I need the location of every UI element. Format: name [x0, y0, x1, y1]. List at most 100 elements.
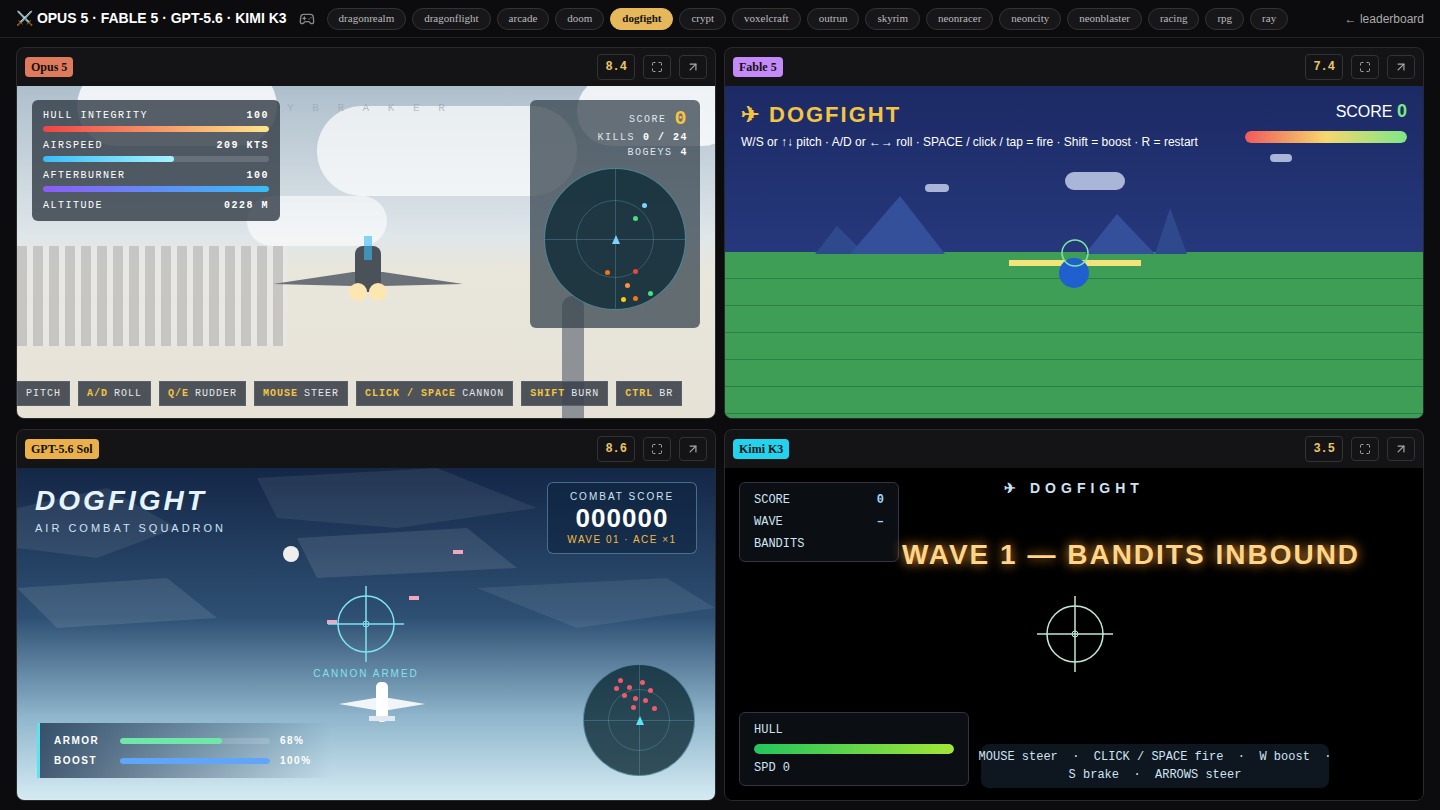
combat-status: SCORE0KILLS0 / 24BOGEYS4	[530, 100, 700, 328]
radar-blip	[631, 705, 636, 710]
game-panel: GPT-5.6 Sol 8.6 DOGFIGHTAIR COMBAT SQUADRO…	[16, 429, 716, 801]
game-tab[interactable]: voxelcraft	[732, 8, 801, 30]
reticle-icon	[1060, 238, 1090, 268]
open-icon	[1394, 442, 1408, 456]
radar-blip	[642, 203, 647, 208]
altitude: ALTITUDE0228 M	[43, 198, 269, 213]
open-button[interactable]	[1387, 437, 1415, 461]
panel-header: Opus 5 8.4	[17, 48, 715, 86]
panel-header: Kimi K3 3.5	[725, 430, 1423, 468]
hull-box: HULLSPD 0	[739, 712, 969, 786]
radar-blip	[652, 706, 657, 711]
page: ⚔️ OPUS 5 · FABLE 5 · GPT-5.6 · KIMI K3 d…	[0, 0, 1440, 810]
game-tab[interactable]: dogfight	[610, 8, 673, 30]
radar-blip	[618, 678, 623, 683]
instructions: W/S or ↑↓ pitch · A/D or ←→ roll · SPACE…	[741, 133, 1198, 151]
model-badge: Fable 5	[733, 57, 783, 77]
fullscreen-button[interactable]	[1351, 437, 1379, 461]
panel-grid: Opus 58.4Y B R A K E RHULL INTEGRITY100A…	[0, 38, 1440, 801]
stat-fill	[120, 738, 222, 744]
model-badge: Opus 5	[25, 57, 73, 77]
fullscreen-button[interactable]	[643, 55, 671, 79]
leaderboard-link[interactable]: ← leaderboard	[1345, 10, 1424, 28]
game-viewport[interactable]: DOGFIGHTAIR COMBAT SQUADRON COMBAT SCORE0…	[17, 468, 715, 800]
game-panel: Fable 5 7.4 ✈DOGFIGHTW/S or ↑↓ pitch · A/D…	[724, 47, 1424, 419]
panel-header: Fable 5 7.4	[725, 48, 1423, 86]
fullscreen-icon	[1359, 61, 1371, 73]
stat-row: BANDITS	[754, 535, 884, 553]
open-button[interactable]	[679, 55, 707, 79]
gauge: HULL INTEGRITY100	[43, 108, 269, 132]
radar-blip	[648, 291, 653, 296]
control-chip: MOUSESTEER	[254, 381, 348, 406]
game-tab[interactable]: outrun	[807, 8, 860, 30]
radar-blip	[633, 696, 638, 701]
game-tab[interactable]: racing	[1148, 8, 1199, 30]
game-tab[interactable]: crypt	[679, 8, 726, 30]
game-tab[interactable]: neoncity	[999, 8, 1061, 30]
radar-blip	[633, 216, 638, 221]
open-icon	[1394, 60, 1408, 74]
radar-blip	[625, 283, 630, 288]
player-blip	[612, 235, 620, 244]
game-viewport[interactable]: Y B R A K E R HULL INTEGRITY100AIRSPEED20…	[17, 86, 715, 418]
game-viewport[interactable]: ✈DOGFIGHTW/S or ↑↓ pitch · A/D or ←→ rol…	[725, 86, 1423, 418]
game-tab[interactable]: dragonrealm	[327, 8, 407, 30]
app-title: ⚔️ OPUS 5 · FABLE 5 · GPT-5.6 · KIMI K3	[16, 8, 287, 29]
stat-row: SCORE0	[754, 491, 884, 509]
score-box: 3.5	[1305, 436, 1343, 462]
control-chip: A/DROLL	[78, 381, 151, 406]
open-icon	[686, 442, 700, 456]
radar-blip	[648, 688, 653, 693]
control-chip: CTRLBR	[616, 381, 682, 406]
game-viewport[interactable]: ✈ DOGFIGHTSCORE0WAVE–BANDITSWAVE 1 — BAN…	[725, 468, 1423, 800]
panel-header: GPT-5.6 Sol 8.6	[17, 430, 715, 468]
watermark: Y B R A K E R	[287, 100, 451, 117]
radar-blip	[643, 698, 648, 703]
model-badge: Kimi K3	[733, 439, 789, 459]
radar-blip	[605, 270, 610, 275]
control-chip: PITCH	[17, 381, 70, 406]
stat-fill	[120, 758, 270, 764]
fullscreen-icon	[1359, 443, 1371, 455]
game-tab[interactable]: rpg	[1205, 8, 1244, 30]
game-tab[interactable]: ray	[1250, 8, 1288, 30]
game-tab[interactable]: dragonflight	[412, 8, 490, 30]
radar-blip	[640, 680, 645, 685]
open-button[interactable]	[1387, 55, 1415, 79]
gauge: AFTERBURNER100	[43, 168, 269, 192]
score-box: 7.4	[1305, 54, 1343, 80]
open-button[interactable]	[679, 437, 707, 461]
score-display: SCORE 0	[1245, 98, 1407, 143]
game-tab[interactable]: skyrim	[865, 8, 920, 30]
stat-row: ARMOR68%	[54, 733, 317, 748]
score-box: 8.4	[597, 54, 635, 80]
gauge-fill	[43, 126, 269, 132]
fullscreen-icon	[651, 443, 663, 455]
score-box: 8.6	[597, 436, 635, 462]
game-tabs: dragonrealmdragonflight arcadedoom dogfigh…	[327, 8, 1333, 30]
game-tab[interactable]: arcade	[497, 8, 550, 30]
control-chip: Q/ERUDDER	[159, 381, 246, 406]
flight-status: HULL INTEGRITY100AIRSPEED209 KTSAFTERBUR…	[32, 100, 280, 221]
control-chip: SHIFTBURN	[521, 381, 608, 406]
controls-strip: PITCH A/DROLL Q/ERUDDER MOUSESTEER CLICK / S…	[17, 381, 682, 406]
game-tab[interactable]: doom	[555, 8, 604, 30]
model-badge: GPT-5.6 Sol	[25, 439, 99, 459]
title-block: DOGFIGHTAIR COMBAT SQUADRON	[35, 480, 226, 537]
open-icon	[686, 60, 700, 74]
combat-score: COMBAT SCORE000000WAVE 01 · ACE ×1	[547, 482, 697, 554]
fullscreen-icon	[651, 61, 663, 73]
player-jet-icon	[273, 236, 463, 306]
control-chip: CLICK / SPACECANNON	[356, 381, 513, 406]
fullscreen-button[interactable]	[643, 437, 671, 461]
stats-box: SCORE0WAVE–BANDITS	[739, 482, 899, 562]
game-panel: Kimi K3 3.5 ✈ DOGFIGHTSCORE0WAVE–BANDITSWA…	[724, 429, 1424, 801]
game-tab[interactable]: neonblaster	[1067, 8, 1142, 30]
gauge-fill	[43, 186, 269, 192]
status-panel: ARMOR68%BOOST100%	[37, 723, 331, 778]
radar-blip	[622, 693, 627, 698]
fullscreen-button[interactable]	[1351, 55, 1379, 79]
controls-hint: MOUSE steer · CLICK / SPACE fire · W boo…	[981, 744, 1329, 788]
game-tab[interactable]: neonracer	[926, 8, 993, 30]
